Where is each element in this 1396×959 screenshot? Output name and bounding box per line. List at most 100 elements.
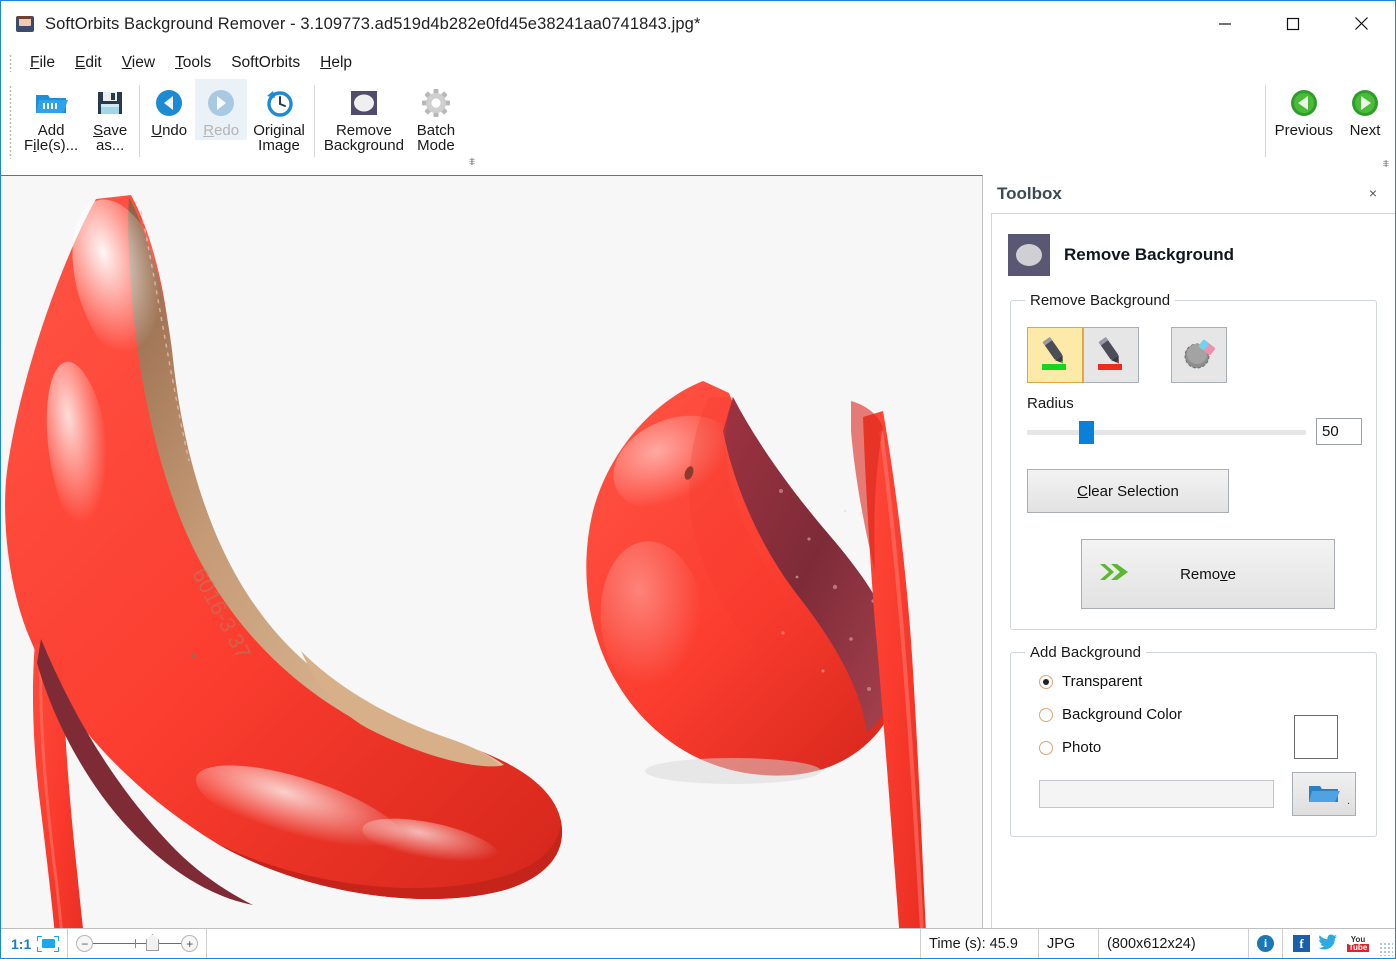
add-background-group: Add Background Transparent Background Co… <box>1010 644 1377 837</box>
workspace: 6016-3 37 <box>1 175 1395 928</box>
zoom-slider-track[interactable] <box>93 943 181 944</box>
radio-background-color[interactable] <box>1039 708 1053 722</box>
toolbar-overflow-chevron-icon-2[interactable]: ⩨ <box>1383 158 1389 171</box>
option-background-color-label: Background Color <box>1062 706 1182 723</box>
remove-bg-icon <box>347 85 381 121</box>
youtube-tube-text: Tube <box>1347 944 1370 952</box>
menu-item-edit[interactable]: Edit <box>65 52 112 74</box>
zoom-out-button[interactable]: − <box>76 935 93 952</box>
image-canvas[interactable]: 6016-3 37 <box>1 175 983 928</box>
browse-dropdown-indicator: . <box>1347 795 1350 807</box>
active-tool-name: Remove Background <box>1064 245 1234 265</box>
open-folder-icon <box>33 85 69 121</box>
info-button[interactable]: i <box>1249 929 1283 958</box>
redo-button[interactable]: Redo <box>195 79 247 140</box>
toolbar-tools-group: RemoveBackground BatchMode <box>318 79 462 167</box>
zoom-slider-handle[interactable] <box>146 934 159 951</box>
clock-history-icon <box>263 85 295 121</box>
fit-to-window-icon[interactable] <box>37 936 59 952</box>
twitter-bird-icon[interactable] <box>1319 934 1338 954</box>
toolbar-history-group: Undo Redo <box>143 79 311 167</box>
previous-button[interactable]: Previous <box>1269 79 1339 140</box>
app-logo-icon <box>15 14 35 34</box>
zoom-ratio-label: 1:1 <box>11 936 31 952</box>
gear-icon <box>420 85 452 121</box>
next-button[interactable]: Next <box>1339 79 1391 140</box>
redo-label: Redo <box>203 123 239 138</box>
add-files-label: AddFile(s)... <box>24 123 78 154</box>
toolbar-overflow-chevron-icon[interactable]: ⩨ <box>469 156 475 169</box>
menu-item-file[interactable]: File <box>20 52 65 74</box>
toolbar-navigation-group: Previous Next <box>1262 79 1391 167</box>
menu-item-view[interactable]: View <box>112 52 165 74</box>
minimize-button[interactable] <box>1191 1 1259 46</box>
background-color-swatch[interactable] <box>1294 715 1338 759</box>
zoom-slider-cell[interactable]: − + <box>68 929 207 958</box>
toolbox-header: Toolbox × <box>983 175 1395 213</box>
window-resize-grip[interactable] <box>1379 942 1393 956</box>
add-background-legend: Add Background <box>1025 644 1146 661</box>
option-transparent-label: Transparent <box>1062 673 1142 690</box>
add-files-button[interactable]: AddFile(s)... <box>18 79 84 156</box>
toolbar-file-group: AddFile(s)... Saveas... <box>18 79 136 167</box>
radius-slider-track <box>1027 430 1306 435</box>
social-links: f You Tube <box>1283 929 1379 958</box>
toolbar-separator-3 <box>1265 85 1266 157</box>
processing-time-cell: Time (s): 45.9 <box>921 929 1039 958</box>
maximize-button[interactable] <box>1259 1 1327 46</box>
eraser-tool-button[interactable] <box>1171 327 1227 383</box>
green-right-arrow-icon <box>1350 85 1380 121</box>
remove-background-button[interactable]: RemoveBackground <box>318 79 410 156</box>
menu-item-help[interactable]: Help <box>310 52 362 74</box>
save-as-button[interactable]: Saveas... <box>84 79 136 156</box>
undo-arrow-icon <box>153 85 185 121</box>
open-folder-icon <box>1307 781 1341 807</box>
green-double-chevron-icon <box>1098 561 1132 587</box>
title-bar: SoftOrbits Background Remover - 3.109773… <box>1 1 1395 47</box>
batch-mode-button[interactable]: BatchMode <box>410 79 462 156</box>
option-transparent[interactable]: Transparent <box>1039 673 1362 690</box>
image-dimensions-cell: (800x612x24) <box>1099 929 1249 958</box>
radius-slider-thumb[interactable] <box>1079 421 1094 444</box>
remove-background-legend: Remove Background <box>1025 292 1175 309</box>
undo-button[interactable]: Undo <box>143 79 195 140</box>
option-photo-label: Photo <box>1062 739 1101 756</box>
mark-keep-tool-button[interactable] <box>1027 327 1083 383</box>
toolbox-close-icon[interactable]: × <box>1365 185 1381 201</box>
next-label: Next <box>1350 123 1381 138</box>
radius-slider[interactable] <box>1027 419 1306 445</box>
close-button[interactable] <box>1327 1 1395 46</box>
photo-path-input[interactable] <box>1039 780 1274 808</box>
radius-value-input[interactable]: 50 <box>1316 418 1362 445</box>
zoom-slider-tick <box>135 939 136 948</box>
red-high-heel-shoes-photo: 6016-3 37 <box>1 176 982 928</box>
original-image-button[interactable]: OriginalImage <box>247 79 311 156</box>
youtube-icon[interactable]: You Tube <box>1347 935 1369 952</box>
window-title: SoftOrbits Background Remover - 3.109773… <box>45 15 700 34</box>
save-as-label: Saveas... <box>93 123 127 154</box>
radio-photo[interactable] <box>1039 741 1053 755</box>
facebook-icon[interactable]: f <box>1293 935 1310 952</box>
active-tool-header: Remove Background <box>1008 234 1383 276</box>
menu-drag-grip[interactable] <box>9 54 12 72</box>
mark-remove-tool-button[interactable] <box>1083 327 1139 383</box>
previous-label: Previous <box>1275 123 1333 138</box>
zoom-in-button[interactable]: + <box>181 935 198 952</box>
remove-button[interactable]: Remove <box>1081 539 1335 609</box>
photo-path-row: . <box>1039 772 1356 816</box>
toolbar-separator-2 <box>314 85 315 157</box>
status-bar: 1:1 − + Time (s): 45.9 JPG (800x612x24) … <box>1 928 1395 958</box>
browse-photo-button[interactable]: . <box>1292 772 1356 816</box>
batch-mode-label: BatchMode <box>417 123 455 154</box>
window-controls <box>1191 1 1395 46</box>
menu-item-softorbits[interactable]: SoftOrbits <box>221 52 310 74</box>
redo-arrow-icon <box>205 85 237 121</box>
toolbar-drag-grip[interactable] <box>9 85 12 159</box>
menu-bar: File Edit View Tools SoftOrbits Help <box>1 47 1395 79</box>
zoom-ratio-cell[interactable]: 1:1 <box>1 929 68 958</box>
clear-selection-button[interactable]: Clear Selection <box>1027 469 1229 513</box>
radio-transparent[interactable] <box>1039 675 1053 689</box>
red-marker-pencil-icon <box>1091 335 1131 375</box>
menu-item-tools[interactable]: Tools <box>165 52 221 74</box>
radius-control-row: 50 <box>1027 418 1362 445</box>
